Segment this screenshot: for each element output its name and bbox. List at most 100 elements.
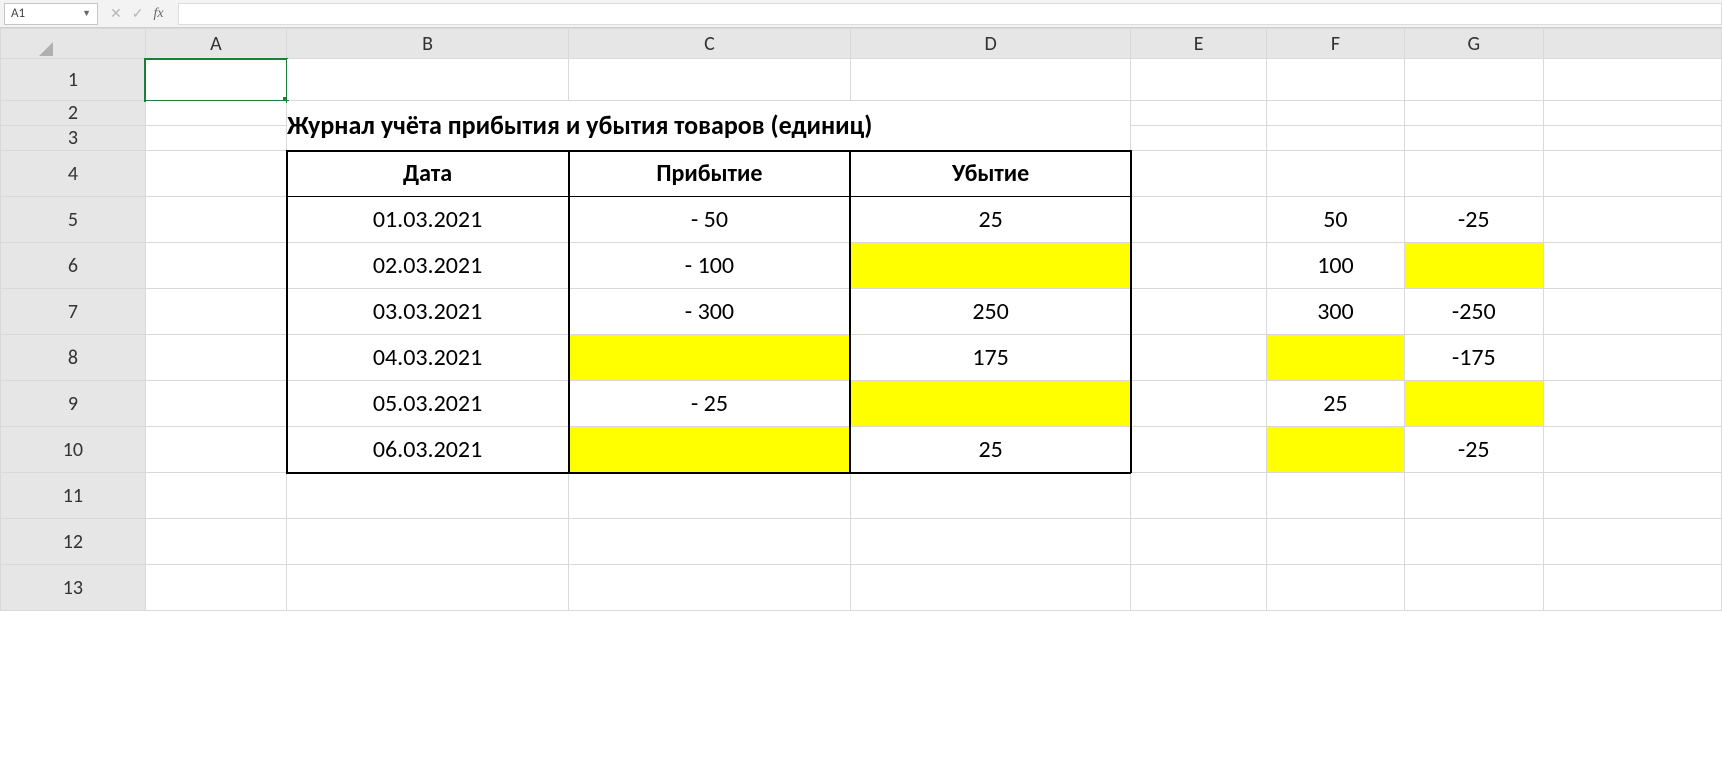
cell-G4[interactable] xyxy=(1404,151,1543,197)
cell-B6[interactable]: 02.03.2021 xyxy=(287,243,569,289)
cell-G5[interactable]: -25 xyxy=(1404,197,1543,243)
formula-input[interactable] xyxy=(178,3,1722,25)
cell-A4[interactable] xyxy=(145,151,286,197)
cell-B4[interactable]: Дата xyxy=(287,151,569,197)
col-header-G[interactable]: G xyxy=(1404,29,1543,59)
cell-G10[interactable]: -25 xyxy=(1404,427,1543,473)
cell-A13[interactable] xyxy=(145,565,286,611)
cell-C8[interactable] xyxy=(569,335,851,381)
row-header-6[interactable]: 6 xyxy=(1,243,146,289)
cell-A7[interactable] xyxy=(145,289,286,335)
cell-E13[interactable] xyxy=(1131,565,1267,611)
cell-G7[interactable]: -250 xyxy=(1404,289,1543,335)
col-header-A[interactable]: A xyxy=(145,29,286,59)
col-header-D[interactable]: D xyxy=(850,29,1131,59)
cell-E9[interactable] xyxy=(1131,381,1267,427)
row-header-9[interactable]: 9 xyxy=(1,381,146,427)
cell-C11[interactable] xyxy=(569,473,851,519)
row-header-12[interactable]: 12 xyxy=(1,519,146,565)
cell-A2[interactable] xyxy=(145,101,286,126)
cell-C13[interactable] xyxy=(569,565,851,611)
col-header-blank[interactable] xyxy=(1543,29,1721,59)
cell-F3[interactable] xyxy=(1266,126,1404,151)
cell-E6[interactable] xyxy=(1131,243,1267,289)
cell-B13[interactable] xyxy=(287,565,569,611)
cell-G13[interactable] xyxy=(1404,565,1543,611)
cell-G1[interactable] xyxy=(1404,59,1543,101)
cell-E7[interactable] xyxy=(1131,289,1267,335)
row-header-8[interactable]: 8 xyxy=(1,335,146,381)
cell-E12[interactable] xyxy=(1131,519,1267,565)
cell-H1[interactable] xyxy=(1543,59,1721,101)
cell-E3[interactable] xyxy=(1131,126,1267,151)
col-header-E[interactable]: E xyxy=(1131,29,1267,59)
cell-E1[interactable] xyxy=(1131,59,1267,101)
cell-B9[interactable]: 05.03.2021 xyxy=(287,381,569,427)
cell-G2[interactable] xyxy=(1404,101,1543,126)
cell-D8[interactable]: 175 xyxy=(850,335,1131,381)
cell-H11[interactable] xyxy=(1543,473,1721,519)
cell-G11[interactable] xyxy=(1404,473,1543,519)
cell-G6[interactable] xyxy=(1404,243,1543,289)
cell-D9[interactable] xyxy=(850,381,1131,427)
cell-E2[interactable] xyxy=(1131,101,1267,126)
row-header-10[interactable]: 10 xyxy=(1,427,146,473)
cell-C7[interactable]: - 300 xyxy=(569,289,851,335)
cell-F9[interactable]: 25 xyxy=(1266,381,1404,427)
cell-title[interactable]: Журнал учёта прибытия и убытия товаров (… xyxy=(287,101,1131,151)
fx-icon[interactable]: fx xyxy=(153,6,163,22)
cell-F4[interactable] xyxy=(1266,151,1404,197)
cell-D12[interactable] xyxy=(850,519,1131,565)
cell-F2[interactable] xyxy=(1266,101,1404,126)
col-header-F[interactable]: F xyxy=(1266,29,1404,59)
cell-H3[interactable] xyxy=(1543,126,1721,151)
cell-F12[interactable] xyxy=(1266,519,1404,565)
cell-C6[interactable]: - 100 xyxy=(569,243,851,289)
row-header-7[interactable]: 7 xyxy=(1,289,146,335)
cell-E11[interactable] xyxy=(1131,473,1267,519)
cell-C9[interactable]: - 25 xyxy=(569,381,851,427)
name-box[interactable]: A1 ▼ xyxy=(4,3,98,25)
cell-H13[interactable] xyxy=(1543,565,1721,611)
cell-E5[interactable] xyxy=(1131,197,1267,243)
cell-F7[interactable]: 300 xyxy=(1266,289,1404,335)
cell-A3[interactable] xyxy=(145,126,286,151)
row-header-1[interactable]: 1 xyxy=(1,59,146,101)
cell-H9[interactable] xyxy=(1543,381,1721,427)
cell-B12[interactable] xyxy=(287,519,569,565)
col-header-C[interactable]: C xyxy=(569,29,851,59)
cell-F13[interactable] xyxy=(1266,565,1404,611)
cell-H4[interactable] xyxy=(1543,151,1721,197)
cell-F11[interactable] xyxy=(1266,473,1404,519)
cell-F6[interactable]: 100 xyxy=(1266,243,1404,289)
cell-F1[interactable] xyxy=(1266,59,1404,101)
cell-A9[interactable] xyxy=(145,381,286,427)
cell-A10[interactable] xyxy=(145,427,286,473)
cell-H5[interactable] xyxy=(1543,197,1721,243)
row-header-5[interactable]: 5 xyxy=(1,197,146,243)
row-header-11[interactable]: 11 xyxy=(1,473,146,519)
cell-D11[interactable] xyxy=(850,473,1131,519)
row-header-4[interactable]: 4 xyxy=(1,151,146,197)
cell-D5[interactable]: 25 xyxy=(850,197,1131,243)
cell-A8[interactable] xyxy=(145,335,286,381)
cell-F10[interactable] xyxy=(1266,427,1404,473)
cell-D6[interactable] xyxy=(850,243,1131,289)
cell-G3[interactable] xyxy=(1404,126,1543,151)
cell-B8[interactable]: 04.03.2021 xyxy=(287,335,569,381)
cell-C10[interactable] xyxy=(569,427,851,473)
cell-G8[interactable]: -175 xyxy=(1404,335,1543,381)
cell-H2[interactable] xyxy=(1543,101,1721,126)
cell-B7[interactable]: 03.03.2021 xyxy=(287,289,569,335)
cell-E10[interactable] xyxy=(1131,427,1267,473)
cell-F8[interactable] xyxy=(1266,335,1404,381)
cell-H6[interactable] xyxy=(1543,243,1721,289)
cell-H12[interactable] xyxy=(1543,519,1721,565)
spreadsheet-grid[interactable]: A B C D E F G 1 2 Журнал учёта прибытия … xyxy=(0,28,1722,762)
cell-A6[interactable] xyxy=(145,243,286,289)
cell-A11[interactable] xyxy=(145,473,286,519)
chevron-down-icon[interactable]: ▼ xyxy=(82,8,91,19)
select-all-corner[interactable] xyxy=(1,29,146,59)
cell-B10[interactable]: 06.03.2021 xyxy=(287,427,569,473)
row-header-2[interactable]: 2 xyxy=(1,101,146,126)
